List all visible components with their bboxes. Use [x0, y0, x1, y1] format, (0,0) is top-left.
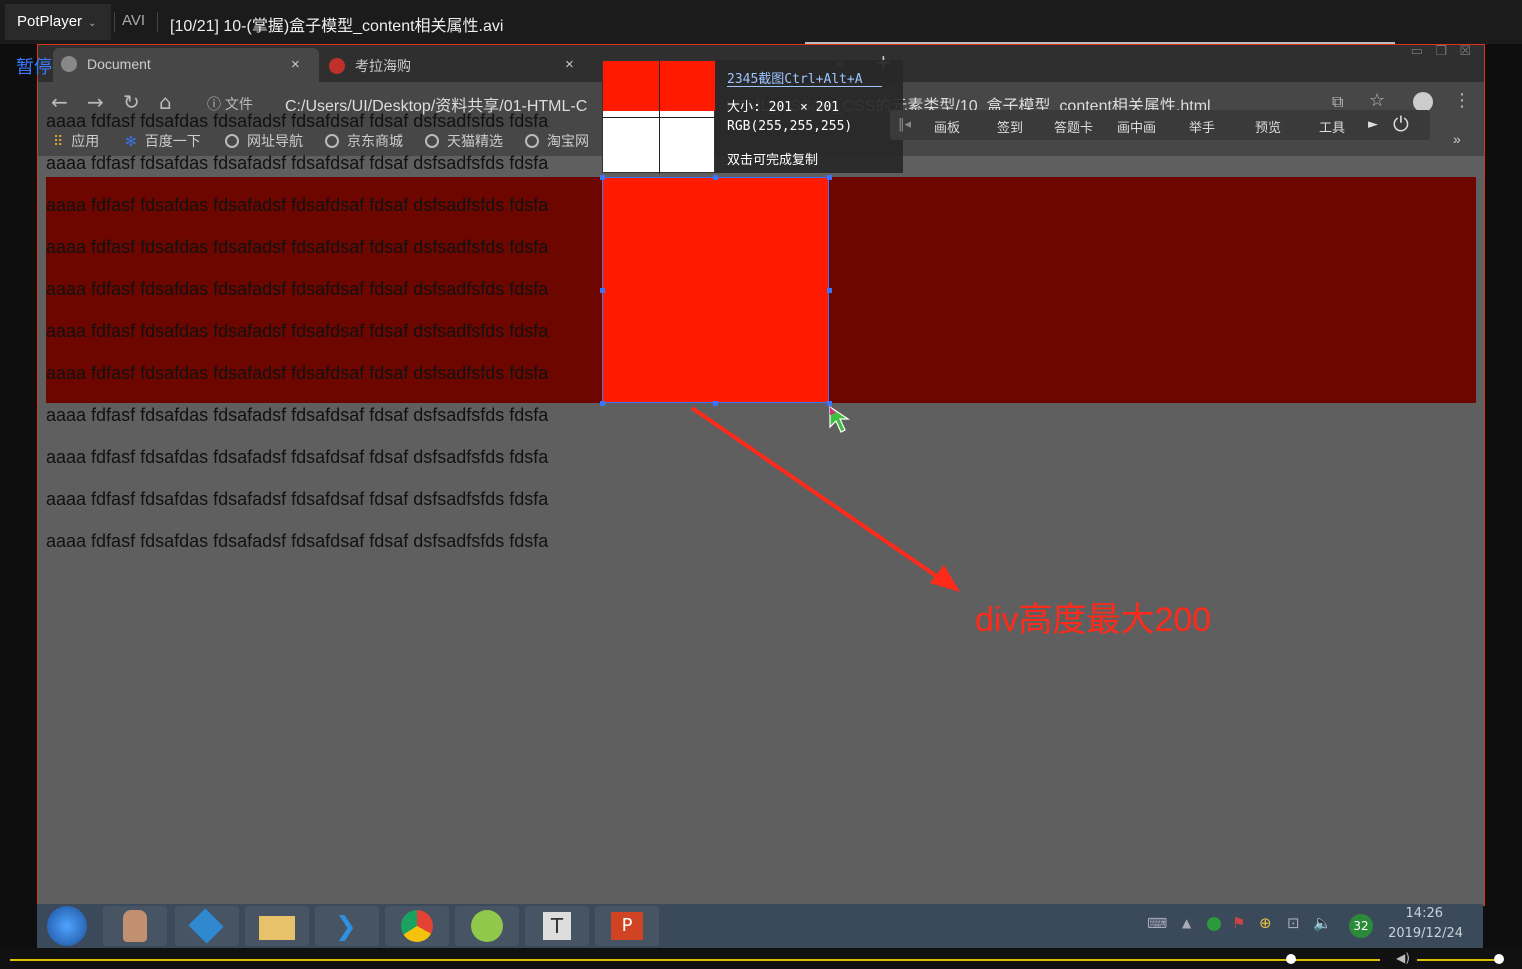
volume-handle[interactable]: [1494, 954, 1504, 964]
tray-app-icon[interactable]: [1207, 917, 1221, 931]
powerpoint-app-icon[interactable]: P: [595, 906, 659, 946]
keyboard-icon[interactable]: ⌨: [1147, 916, 1167, 932]
cursor-icon: [829, 405, 850, 433]
player-controls: ◀): [0, 948, 1522, 969]
typora-app-icon[interactable]: T: [525, 906, 589, 946]
flag-icon[interactable]: ⚑: [1232, 914, 1245, 932]
seek-handle[interactable]: [1285, 954, 1296, 964]
network-icon[interactable]: ⊡: [1287, 914, 1300, 932]
tray-plus-icon[interactable]: ⊕: [1259, 914, 1272, 932]
volume-icon[interactable]: 🔈: [1313, 914, 1332, 932]
notes-app-icon[interactable]: [455, 906, 519, 946]
start-icon[interactable]: [47, 906, 87, 946]
windows-taskbar: ❯ T P ⌨ ▲ ⚑ ⊕ ⊡ 🔈 32 14:26 2019/12/24: [37, 904, 1483, 948]
tray-expand-icon[interactable]: ▲: [1182, 916, 1191, 930]
seek-bar[interactable]: [10, 959, 1380, 961]
avatar-app-icon[interactable]: [103, 906, 167, 946]
clock-date[interactable]: 2019/12/24: [1388, 926, 1463, 941]
clock-time[interactable]: 14:26: [1406, 906, 1443, 921]
pause-indicator: 暂停: [16, 57, 52, 78]
notification-badge[interactable]: 32: [1349, 914, 1373, 938]
volume-icon[interactable]: ◀): [1396, 951, 1410, 965]
annotation-text: div高度最大200: [975, 601, 1212, 639]
vscode-app-icon[interactable]: ❯: [315, 906, 379, 946]
volume-slider[interactable]: [1417, 959, 1499, 961]
annotation-arrow: [690, 406, 960, 592]
vshare-app-icon[interactable]: [175, 906, 239, 946]
chrome-app-icon[interactable]: [385, 906, 449, 946]
folder-app-icon[interactable]: [245, 906, 309, 946]
